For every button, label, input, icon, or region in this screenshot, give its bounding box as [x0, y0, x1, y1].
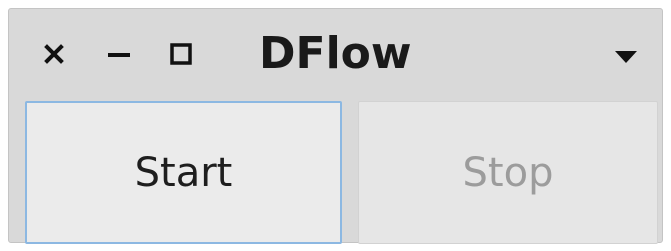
close-icon [44, 44, 64, 64]
app-window: DFlow Start Stop [8, 8, 663, 244]
start-button[interactable]: Start [25, 101, 342, 244]
minimize-icon [108, 53, 130, 57]
close-button[interactable] [39, 37, 69, 71]
maximize-icon [170, 43, 192, 65]
maximize-button[interactable] [166, 37, 196, 71]
window-title: DFlow [259, 28, 412, 79]
stop-button[interactable]: Stop [358, 101, 658, 244]
title-bar[interactable]: DFlow [9, 9, 662, 97]
minimize-button[interactable] [104, 37, 134, 71]
window-menu-button[interactable] [609, 45, 643, 69]
dropdown-arrow-icon [615, 51, 637, 63]
